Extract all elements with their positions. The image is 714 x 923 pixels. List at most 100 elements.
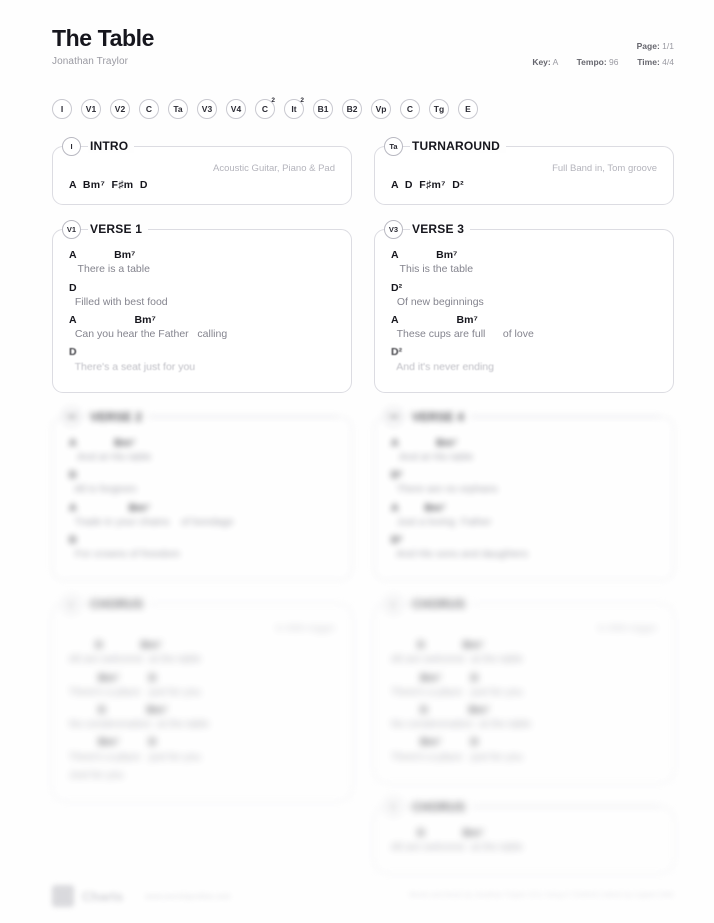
chart-header: The Table Jonathan Traylor Page: 1/1 Key… xyxy=(52,25,674,84)
lyric-line: All are welcome at the table xyxy=(391,653,523,666)
section-pill-v3-5[interactable]: V3 xyxy=(197,99,217,119)
tempo-value: 96 xyxy=(609,57,619,68)
section-note: Full Band in, Tom groove xyxy=(552,163,657,174)
lyric-block: A Bm⁷ There is a table D Filled with best… xyxy=(69,248,335,375)
pill-label: V2 xyxy=(114,104,126,114)
section-body: A Bm⁷ And at His table D All is forgiven A… xyxy=(52,416,352,581)
section-turnaround[interactable]: Ta TURNAROUND Full Band in, Tom groove A… xyxy=(374,136,674,206)
chord-line: Bm⁷ D xyxy=(391,736,479,749)
section-pill-tg-13[interactable]: Tg xyxy=(429,99,449,119)
pill-label: E xyxy=(465,104,471,114)
section-chorus[interactable]: C CHORUS In With trigger D Bm⁷ All are we… xyxy=(52,594,352,802)
lyric-line: Just a loving Father xyxy=(391,515,492,528)
section-rule xyxy=(470,416,660,418)
lyric-line: For crowns of freedom xyxy=(69,548,180,561)
section-header: C CHORUS xyxy=(52,594,352,614)
section-header: V4 VERSE 4 xyxy=(374,407,674,427)
lyric-line: And His sons and daughters xyxy=(391,548,529,561)
chord-line: D² xyxy=(391,533,403,546)
section-title: VERSE 1 xyxy=(88,222,149,237)
chord-lyric-line: Bm⁷ D There's a place just for you xyxy=(391,671,657,700)
chord-line: D Bm⁷ xyxy=(391,639,485,652)
chord-lyric-line: A Bm⁷ This is the table xyxy=(391,248,657,277)
section-header: V1 VERSE 1 xyxy=(52,219,352,239)
chord-lyric-line: D² Of new beginnings xyxy=(391,281,657,310)
chord-lyric-line: A Bm⁷ Trade in your chains of bondage xyxy=(69,501,335,530)
chord-line: D xyxy=(69,533,77,546)
chord-line: D xyxy=(69,346,77,359)
lyric-line: No condemnation at the table xyxy=(69,718,210,731)
section-pill-v2-2[interactable]: V2 xyxy=(110,99,130,119)
section-pill-b2-10[interactable]: B2 xyxy=(342,99,362,119)
section-badge: V1 xyxy=(62,219,81,239)
section-title: VERSE 3 xyxy=(410,222,471,237)
section-chorus-2[interactable]: C CHORUS D Bm⁷ All are welcome at the tab… xyxy=(374,797,674,874)
chord-line: A Bm⁷ xyxy=(391,501,446,514)
section-pill-ta-4[interactable]: Ta xyxy=(168,99,188,119)
lyric-block: D Bm⁷ All are welcome at the table xyxy=(391,826,657,855)
section-intro[interactable]: I INTRO Acoustic Guitar, Piano & Pad A B… xyxy=(52,136,352,206)
section-title: VERSE 4 xyxy=(410,409,471,424)
section-chorus-1[interactable]: C CHORUS In With trigger D Bm⁷ All are we… xyxy=(374,594,674,783)
section-body: In With trigger D Bm⁷ All are welcome at … xyxy=(374,604,674,783)
section-rule xyxy=(470,228,660,230)
section-body: A Bm⁷ This is the table D² Of new beginni… xyxy=(374,229,674,393)
section-verse-3[interactable]: V3 VERSE 3 A Bm⁷ This is the table D² Of … xyxy=(374,219,674,393)
section-rule xyxy=(148,228,338,230)
section-rule xyxy=(471,806,660,808)
chord-lyric-line: D Bm⁷ All are welcome at the table xyxy=(69,638,335,667)
chord-lyric-line: A Bm⁷ These cups are full of love xyxy=(391,313,657,342)
chord-lyric-line: A Bm⁷ There is a table xyxy=(69,248,335,277)
chord-lyric-line: Bm⁷ D There's a place just for you xyxy=(69,735,335,764)
chord-line: A Bm⁷ xyxy=(69,313,156,326)
pill-label: C xyxy=(261,104,269,114)
lyric-line: There are no orphans xyxy=(391,483,498,496)
lyric-line: No condemnation at the table xyxy=(391,718,532,731)
section-pill-b1-9[interactable]: B1 xyxy=(313,99,333,119)
section-rule xyxy=(134,145,338,147)
lyric-line: There's a place just for you xyxy=(69,750,201,763)
pill-label: C xyxy=(406,104,414,114)
lyric-line: Of new beginnings xyxy=(391,295,484,308)
section-pill-e-14[interactable]: E xyxy=(458,99,478,119)
lyric-block: D Bm⁷ All are welcome at the table Bm⁷ DT… xyxy=(391,638,657,765)
section-body: A Bm⁷ And at His table D² There are no or… xyxy=(374,416,674,581)
right-column: Ta TURNAROUND Full Band in, Tom groove A… xyxy=(374,136,674,887)
section-pill-i-0[interactable]: I xyxy=(52,99,72,119)
section-header: C CHORUS xyxy=(374,594,674,614)
section-header: Ta TURNAROUND xyxy=(374,136,674,156)
lyric-line: Can you hear the Father calling xyxy=(69,328,228,341)
section-title: CHORUS xyxy=(410,799,472,814)
chord-lyric-line: A Bm⁷ And at His table xyxy=(391,436,657,465)
chord-lyric-line: D² And it's never ending xyxy=(391,345,657,374)
section-pill-it2-8[interactable]: It 2 xyxy=(284,97,304,119)
chord-line: D² xyxy=(391,469,403,482)
chord-lyric-line: A Bm⁷ Just a loving Father xyxy=(391,501,657,530)
lyric-line: Filled with best food xyxy=(69,295,168,308)
chord-line: Bm⁷ D xyxy=(69,671,157,684)
section-pill-v4-6[interactable]: V4 xyxy=(226,99,246,119)
lyric-line: Trade in your chains of bondage xyxy=(69,515,234,528)
chord-line: D xyxy=(69,281,77,294)
chord-lyric-line: D There's a seat just for you xyxy=(69,345,335,374)
chord-line: A Bm⁷ xyxy=(69,249,136,262)
chord-lyric-line: D Bm⁷ No condemnation at the table xyxy=(69,703,335,732)
key-label: Key: xyxy=(532,57,551,68)
section-pill-vp-11[interactable]: Vp xyxy=(371,99,391,119)
chord-line: D Bm⁷ xyxy=(391,826,485,839)
section-verse-2[interactable]: V2 VERSE 2 A Bm⁷ And at His table D All i… xyxy=(52,407,352,581)
section-badge: C xyxy=(62,594,81,614)
section-pill-c2-7[interactable]: C2 xyxy=(255,97,275,119)
chord-lyric-line: D² And His sons and daughters xyxy=(391,533,657,562)
chord-lyric-line: Just for you xyxy=(69,768,335,783)
section-pill-nav[interactable]: I V1 V2 C Ta V3 V4 C 2 It 2 B1 B2 Vp C Tg E xyxy=(52,96,674,122)
section-pill-c-12[interactable]: C xyxy=(400,99,420,119)
chord-line: A Bm⁷ xyxy=(391,313,478,326)
section-note: Acoustic Guitar, Piano & Pad xyxy=(213,163,335,174)
lyric-line: There's a place just for you xyxy=(69,685,201,698)
lyric-line: And at His table xyxy=(69,450,152,463)
section-verse-1[interactable]: V1 VERSE 1 A Bm⁷ There is a table D Fille… xyxy=(52,219,352,393)
section-verse-4[interactable]: V4 VERSE 4 A Bm⁷ And at His table D² Ther… xyxy=(374,407,674,581)
section-pill-c-3[interactable]: C xyxy=(139,99,159,119)
section-pill-v1-1[interactable]: V1 xyxy=(81,99,101,119)
